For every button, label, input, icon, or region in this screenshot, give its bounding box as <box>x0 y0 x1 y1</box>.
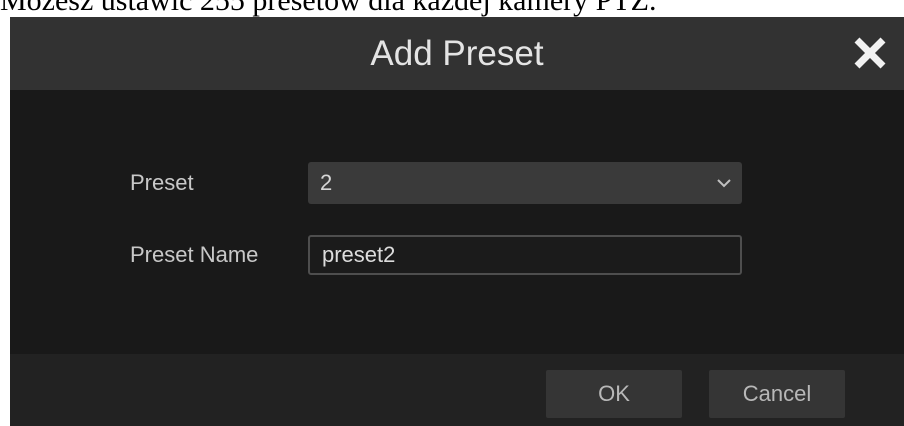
preset-name-input[interactable] <box>308 235 742 275</box>
dialog-content: Preset 2 Preset Name <box>10 90 904 370</box>
preset-select-value: 2 <box>320 170 333 195</box>
document-caption: Możesz ustawić 255 presetów dla każdej k… <box>0 0 657 17</box>
add-preset-dialog: Add Preset Preset 2 Preset Name OK Cance… <box>10 17 904 426</box>
dialog-footer: OK Cancel <box>10 354 904 426</box>
cancel-button[interactable]: Cancel <box>709 370 845 418</box>
close-icon <box>854 37 886 69</box>
preset-select[interactable]: 2 <box>308 162 742 204</box>
preset-name-label: Preset Name <box>130 242 259 267</box>
dialog-title-bar: Add Preset <box>10 17 904 90</box>
dialog-title: Add Preset <box>370 34 544 73</box>
preset-label: Preset <box>130 170 194 195</box>
close-button[interactable] <box>850 33 890 73</box>
chevron-down-icon <box>717 179 731 188</box>
ok-button[interactable]: OK <box>546 370 682 418</box>
